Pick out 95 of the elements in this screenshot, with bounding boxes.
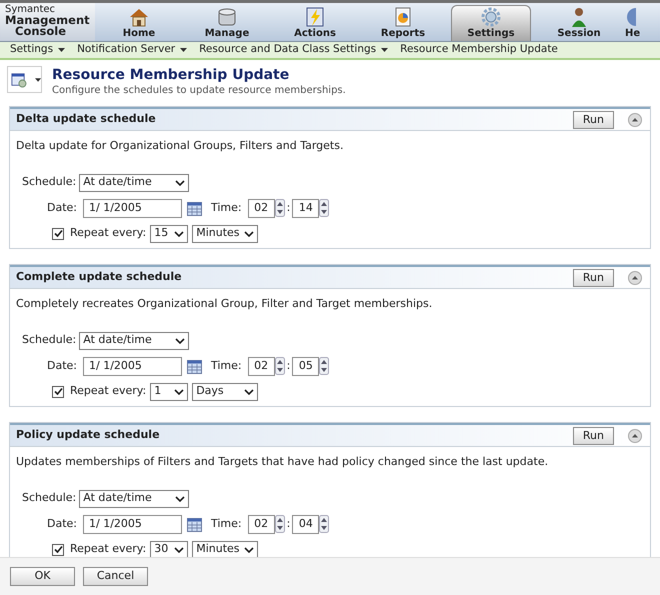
spinner-icon[interactable] [274,515,285,533]
spinner-icon[interactable] [319,199,330,217]
date-label: Date: [47,358,77,374]
nav-tab[interactable]: Reports [363,3,443,41]
check-icon [54,229,62,238]
time-separator: : [286,200,290,216]
date-label: Date: [47,200,77,216]
house-icon [128,6,150,28]
caret-icon [180,48,188,52]
panel-description: Completely recreates Organizational Group, Filter and Target memberships. [16,296,434,312]
repeat-count-dropdown[interactable]: 15 [150,224,188,242]
check-icon [54,387,62,396]
nav-tab[interactable]: Actions [275,3,355,41]
chevron-icon [175,338,186,344]
repeat-label: Repeat every: [70,383,146,400]
time-label: Time: [211,200,242,216]
chevron-icon [174,388,184,394]
caret-icon [58,48,66,52]
date-field[interactable]: 1/ 1/2005 [83,198,182,218]
repeat-unit-dropdown[interactable]: Minutes [192,540,258,557]
collapse-icon[interactable] [628,270,642,284]
time-label: Time: [211,358,242,374]
chevron-icon [244,388,254,394]
nav-tab[interactable]: Home [99,3,179,41]
calendar-icon[interactable] [187,200,202,216]
repeat-checkbox[interactable] [52,228,64,240]
schedule-dropdown[interactable]: At date/time [79,332,190,350]
repeat-unit-dropdown[interactable]: Days [192,382,258,400]
nav-tab[interactable]: Session [539,3,619,41]
lightning-icon [304,6,326,28]
breadcrumb-item[interactable]: Settings [10,42,66,58]
app-logo: Symantec Management Console [0,3,95,41]
chevron-icon [244,546,254,552]
schedule-label: Schedule: [22,332,76,348]
schedule-dropdown[interactable]: At date/time [79,490,190,508]
schedule-dropdown[interactable]: At date/time [79,174,190,192]
minute-field[interactable]: 04 [292,514,320,534]
run-button[interactable]: Run [572,110,614,128]
caret-icon [381,48,388,52]
hour-field[interactable]: 02 [248,198,275,218]
minute-field[interactable]: 05 [292,356,320,376]
date-field[interactable]: 1/ 1/2005 [83,514,182,534]
gear-icon [480,6,502,28]
time-separator: : [286,358,290,374]
hour-field[interactable]: 02 [248,356,275,376]
collapse-icon[interactable] [628,428,642,442]
panel-title: Complete update schedule [16,269,182,286]
breadcrumb-item[interactable]: Notification Server [77,42,188,58]
time-separator: : [286,516,290,532]
run-button[interactable]: Run [572,268,614,286]
collapse-icon[interactable] [628,112,642,126]
page-subtitle: Configure the schedules to update resource memberships. [52,84,346,98]
chevron-icon [174,230,184,236]
repeat-unit-dropdown[interactable]: Minutes [192,224,258,242]
cylinder-icon [216,6,238,28]
nav-tab[interactable]: He [623,3,649,41]
spinner-icon[interactable] [274,357,285,375]
chevron-icon [244,230,254,236]
spinner-icon[interactable] [274,199,285,217]
spinner-icon[interactable] [319,515,330,533]
repeat-count-dropdown[interactable]: 30 [150,540,188,557]
calendar-icon[interactable] [187,516,202,532]
run-button[interactable]: Run [572,426,614,444]
breadcrumb-item[interactable]: Resource Membership Update [400,42,558,58]
date-field[interactable]: 1/ 1/2005 [83,356,182,376]
schedule-label: Schedule: [22,174,76,190]
panel-title: Policy update schedule [16,427,160,444]
chevron-icon [174,546,184,552]
breadcrumb-item[interactable]: Resource and Data Class Settings [199,42,388,58]
repeat-checkbox[interactable] [52,386,64,398]
check-icon [54,545,62,554]
repeat-count-dropdown[interactable]: 1 [150,382,188,400]
nav-tab[interactable]: Manage [187,3,267,41]
minute-field[interactable]: 14 [292,198,320,218]
panel-description: Delta update for Organizational Groups, Filters and Targets. [16,138,344,154]
hour-field[interactable]: 02 [248,514,275,534]
caret-icon [34,78,41,82]
panel-title: Delta update schedule [16,111,156,128]
page-icon-button[interactable] [7,66,42,93]
calendar-icon[interactable] [187,358,202,374]
calendar-icon [11,70,27,88]
footer-button[interactable]: Cancel [83,567,148,586]
chevron-icon [175,496,186,502]
date-label: Date: [47,516,77,532]
repeat-label: Repeat every: [70,541,146,557]
chevron-icon [175,180,186,186]
nav-tab[interactable]: Settings [451,5,531,41]
repeat-checkbox[interactable] [52,544,64,556]
page-title: Resource Membership Update [52,66,290,84]
spinner-icon[interactable] [319,357,330,375]
time-label: Time: [211,516,242,532]
repeat-label: Repeat every: [70,225,146,242]
schedule-label: Schedule: [22,490,76,506]
footer-button[interactable]: OK [10,567,75,586]
panel-description: Updates memberships of Filters and Targets that have had policy changed since the last update. [16,454,550,470]
